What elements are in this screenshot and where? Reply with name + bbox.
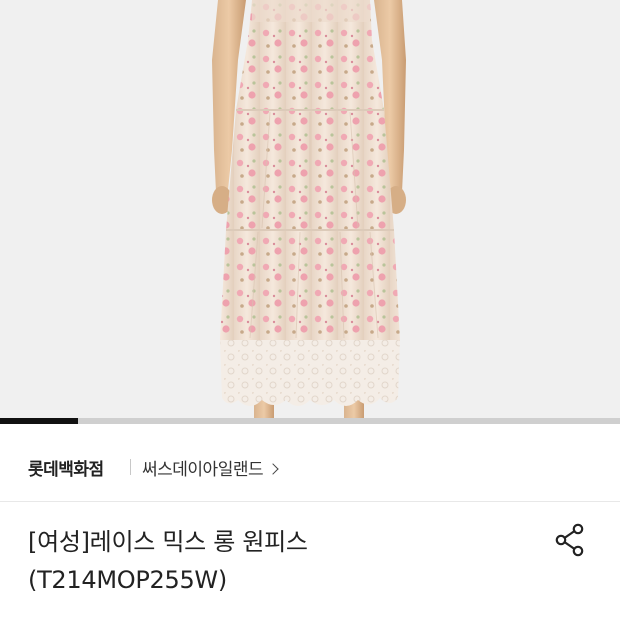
brand-link[interactable]: 써스데이아일랜드 bbox=[142, 455, 279, 480]
share-button[interactable] bbox=[552, 522, 588, 558]
product-title: [여성]레이스 믹스 롱 원피스 (T214MOP255W) bbox=[28, 523, 528, 599]
dress-photo bbox=[0, 0, 620, 418]
store-name: 롯데백화점 bbox=[28, 460, 104, 480]
chevron-right-icon bbox=[267, 463, 279, 475]
share-icon bbox=[555, 523, 584, 557]
product-title-line-1: [여성]레이스 믹스 롱 원피스 bbox=[28, 528, 308, 556]
brand-name: 써스데이아일랜드 bbox=[142, 460, 264, 480]
product-image[interactable] bbox=[0, 0, 620, 418]
store-row: 롯데백화점 써스데이아일랜드 bbox=[0, 424, 620, 502]
product-title-line-2: (T214MOP255W) bbox=[28, 566, 227, 594]
store-divider bbox=[130, 459, 131, 475]
